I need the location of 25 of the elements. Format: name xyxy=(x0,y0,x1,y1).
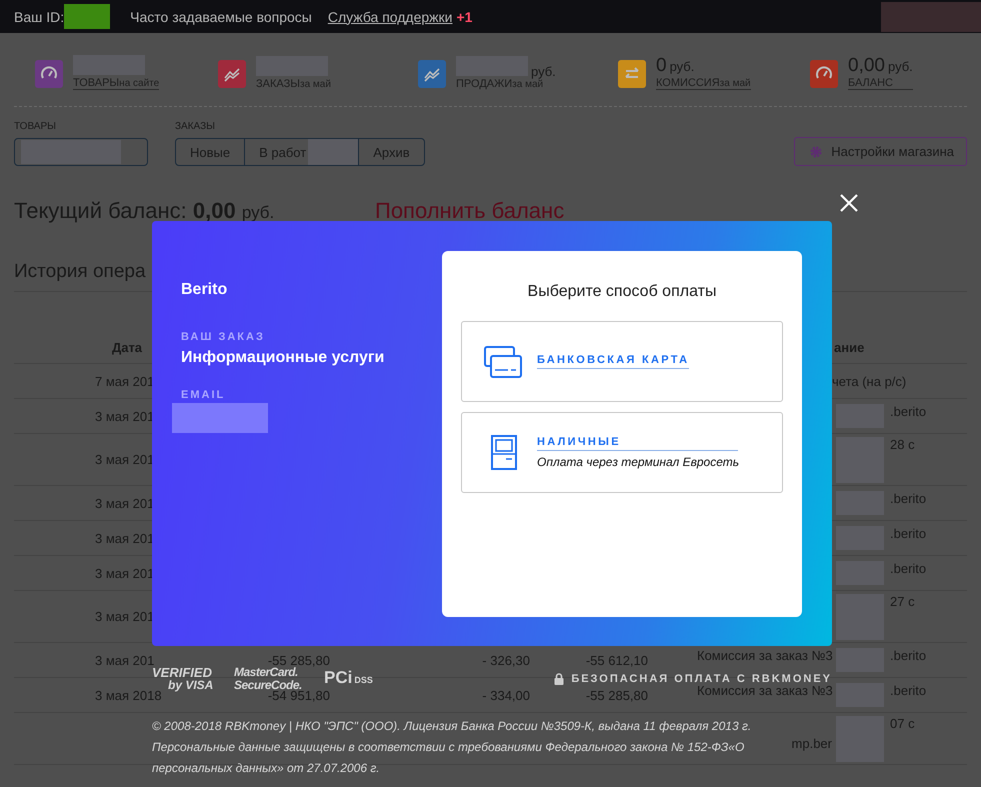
payment-method-title: НАЛИЧНЫЕ xyxy=(537,436,738,451)
order-name: Информационные услуги xyxy=(181,349,384,367)
faq-link[interactable]: Часто задаваемые вопросы xyxy=(130,8,312,24)
support-count: +1 xyxy=(456,8,472,24)
close-icon[interactable] xyxy=(839,193,859,213)
gear-icon xyxy=(809,144,824,158)
payment-method-title: БАНКОВСКАЯ КАРТА xyxy=(537,354,690,369)
cards-icon xyxy=(484,346,522,378)
email-label: EMAIL xyxy=(181,389,226,401)
lock-icon xyxy=(554,673,564,685)
support-link[interactable]: Служба поддержки xyxy=(328,8,452,24)
verified-by-visa-logo: VERIFIED by VISA xyxy=(152,666,214,692)
legal-notice-line: © 2008-2018 RBKmoney | НКО "ЭПС" (ООО). Лицензия Банка России №3509-К, выдана 11 февраля 2013 г. xyxy=(152,718,752,735)
payment-method-option[interactable]: НАЛИЧНЫЕ Оплата через терминал Евросеть xyxy=(461,412,783,493)
order-label: ВАШ ЗАКАЗ xyxy=(181,331,265,343)
securecode-logo: MasterCard. SecureCode. xyxy=(234,666,302,692)
legal-notice-line: персональных данных» от 27.07.2006 г. xyxy=(152,760,380,777)
secure-payment-label: БЕЗОПАСНАЯ ОПЛАТА С RBKMONEY xyxy=(571,673,832,685)
user-id-label: Ваш ID: xyxy=(14,8,64,24)
pci-dss-logo: PCi DSS xyxy=(324,671,373,687)
payment-method-option[interactable]: БАНКОВСКАЯ КАРТА xyxy=(461,321,783,402)
payment-method-note: Оплата через терминал Евросеть xyxy=(537,455,740,469)
pixelated-block xyxy=(64,4,110,29)
products-field[interactable] xyxy=(14,138,148,166)
legal-notice-line: Персональные данные защищены в соответствии с требованиями Федерального закона № 152-ФЗ«О xyxy=(152,739,744,756)
